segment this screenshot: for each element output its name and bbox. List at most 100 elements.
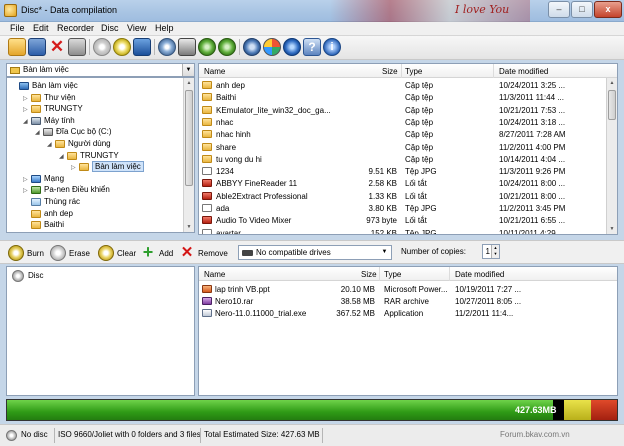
menu-view[interactable]: View	[127, 23, 146, 33]
clear-button[interactable]: Clear	[98, 245, 138, 261]
toolbar-separator	[239, 39, 240, 55]
application-icon	[202, 309, 212, 317]
file-row[interactable]: Baithi Cặp tệp 11/3/2011 11:44 ...	[199, 92, 617, 103]
disc-tree[interactable]: Disc	[6, 266, 195, 396]
file-row[interactable]: 1234 9.51 KB Tệp JPG 11/3/2011 9:26 PM	[199, 166, 617, 177]
column-date[interactable]: Date modified	[455, 270, 504, 279]
save-icon[interactable]	[28, 38, 46, 56]
print-icon[interactable]	[68, 38, 86, 56]
file-row[interactable]: nhac Cặp tệp 10/24/2011 3:18 ...	[199, 117, 617, 128]
add-button[interactable]: + Add	[140, 243, 176, 261]
menu-disc[interactable]: Disc	[101, 23, 119, 33]
file-row[interactable]: Able2Extract Professional 1.33 KB Lối tắt 1…	[199, 191, 617, 202]
status-disc: No disc	[21, 430, 48, 439]
copies-stepper[interactable]: 1 ▲ ▼	[482, 244, 500, 259]
column-type[interactable]: Type	[405, 67, 422, 76]
file-name: lap trinh VB.ppt	[215, 285, 270, 294]
file-date: 10/24/2011 3:25 ...	[499, 81, 566, 90]
expand-arrow-icon[interactable]: ▷	[23, 95, 29, 102]
expand-arrow-icon[interactable]: ▷	[23, 176, 29, 183]
drive-select[interactable]: No compatible drives ▼	[238, 245, 392, 260]
info-icon[interactable]: i	[323, 38, 341, 56]
chevron-down-icon[interactable]: ▼	[379, 247, 390, 258]
remove-button[interactable]: ✕ Remove	[179, 245, 231, 261]
compilation-row[interactable]: Nero-11.0.11000_trial.exe 367.52 MB Applic…	[199, 308, 617, 319]
file-row[interactable]: tu vong du hi Cặp tệp 10/14/2011 4:04 ...	[199, 154, 617, 165]
control-icon	[31, 186, 41, 195]
file-name: Nero-11.0.11000_trial.exe	[215, 309, 307, 318]
file-size: 2.58 KB	[368, 179, 397, 189]
file-browser-list[interactable]: Name Size Type Date modified ▲ ▼ anh dep…	[198, 63, 618, 235]
capacity-fill	[7, 400, 553, 420]
column-size[interactable]: Size	[361, 270, 377, 279]
column-type[interactable]: Type	[384, 270, 401, 279]
compilation-list[interactable]: Name Size Type Date modified lap trinh V…	[198, 266, 618, 396]
burn-button[interactable]: Burn	[8, 245, 48, 261]
scroll-down-icon[interactable]: ▼	[184, 222, 194, 232]
toolbar-separator	[89, 39, 90, 55]
disc-info-icon[interactable]	[158, 38, 176, 56]
column-size[interactable]: Size	[382, 67, 398, 76]
file-name: Baithi	[216, 93, 237, 103]
file-row[interactable]: share Cặp tệp 11/2/2011 4:00 PM	[199, 142, 617, 153]
expand-arrow-icon[interactable]: ◢	[59, 153, 65, 160]
burn-label: Burn	[27, 249, 44, 258]
erase-disc-icon[interactable]	[93, 38, 111, 56]
minimize-button[interactable]: –	[548, 1, 570, 18]
file-row[interactable]: KEmulator_lite_win32_doc_ga... Cặp tệp 10/…	[199, 105, 617, 116]
disc-root-label[interactable]: Disc	[28, 271, 44, 280]
capacity-warning-zone	[564, 400, 591, 420]
nero-home-icon[interactable]	[218, 38, 236, 56]
file-name: nhac hinh	[216, 130, 251, 140]
scroll-up-icon[interactable]: ▲	[184, 78, 194, 88]
file-row[interactable]: anh dep Cặp tệp 10/24/2011 3:25 ...	[199, 80, 617, 91]
expand-arrow-icon[interactable]: ▷	[23, 187, 29, 194]
file-row[interactable]: nhac hinh Cặp tệp 8/27/2011 7:28 AM	[199, 129, 617, 140]
remove-label: Remove	[198, 249, 228, 258]
expand-arrow-icon[interactable]: ◢	[35, 129, 41, 136]
erase-button[interactable]: Erase	[50, 245, 92, 261]
help-icon[interactable]	[283, 38, 301, 56]
burn-icon[interactable]	[133, 38, 151, 56]
copy-icon[interactable]	[198, 38, 216, 56]
compilation-row[interactable]: Nero10.rar 38.58 MB RAR archive 10/27/2011 …	[199, 296, 617, 307]
menu-help[interactable]: Help	[155, 23, 174, 33]
folder-icon	[31, 221, 41, 230]
expand-arrow-icon[interactable]: ▷	[23, 106, 29, 113]
folder-tree[interactable]: Bàn làm việc ▷ Thư viện ▷ TRUNGTY ◢ Máy tính ◢ Đ…	[6, 77, 195, 233]
tree-scrollbar[interactable]: ▲ ▼	[183, 78, 194, 232]
scroll-thumb[interactable]	[185, 90, 193, 186]
file-type: Cặp tệp	[405, 105, 434, 115]
new-icon[interactable]	[8, 38, 26, 56]
expand-arrow-icon[interactable]: ◢	[47, 141, 53, 148]
spin-arrows-icon[interactable]: ▲ ▼	[491, 245, 499, 258]
file-row[interactable]: ABBYY FineReader 11 2.58 KB Lối tắt 10/24/2…	[199, 178, 617, 189]
file-type: Cặp tệp	[405, 93, 434, 103]
file-row[interactable]: Audio To Video Mixer 973 byte Lối tắt 10/21…	[199, 215, 617, 226]
tree-node-label: Bàn làm việc	[32, 81, 78, 90]
question-icon[interactable]: ?	[303, 38, 321, 56]
column-name[interactable]: Name	[204, 270, 225, 279]
disc-image-icon[interactable]	[263, 38, 281, 56]
close-button[interactable]: x	[594, 1, 622, 18]
file-row[interactable]: ada 3.80 KB Tệp JPG 11/2/2011 3:45 PM	[199, 203, 617, 214]
maximize-button[interactable]: □	[571, 1, 593, 18]
drive-icon[interactable]	[178, 38, 196, 56]
chevron-down-icon[interactable]: ▼	[182, 64, 194, 76]
compilation-row[interactable]: lap trinh VB.ppt 20.10 MB Microsoft Power.…	[199, 284, 617, 295]
settings-icon[interactable]	[243, 38, 261, 56]
file-size: 973 byte	[366, 216, 397, 226]
column-name[interactable]: Name	[204, 67, 225, 76]
location-combo[interactable]: Bàn làm việc ▼	[6, 63, 195, 77]
expand-arrow-icon[interactable]: ◢	[23, 118, 29, 125]
delete-icon[interactable]: ✕	[48, 38, 66, 56]
add-icon[interactable]	[113, 38, 131, 56]
expand-arrow-icon[interactable]: ▷	[71, 164, 77, 171]
file-size: 38.58 MB	[340, 297, 375, 306]
column-date[interactable]: Date modified	[499, 67, 548, 76]
file-row[interactable]: avartar 152 KB Tệp JPG 10/11/2011 4:29 ...	[199, 228, 617, 234]
file-date: 10/24/2011 8:00 ...	[499, 179, 566, 189]
menu-edit[interactable]: Edit	[33, 23, 49, 33]
menu-recorder[interactable]: Recorder	[57, 23, 94, 33]
menu-file[interactable]: File	[10, 23, 25, 33]
